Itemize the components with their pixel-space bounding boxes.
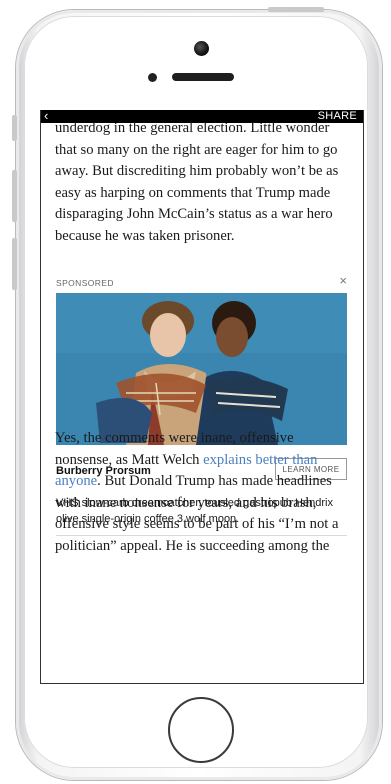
- ad-image[interactable]: [56, 293, 347, 445]
- sponsored-label: SPONSORED: [56, 278, 114, 288]
- article-paragraph-2: Yes, the comments were inane, offensive …: [41, 428, 363, 558]
- paragraph-text: . But Donald Trump has made headlines wi…: [55, 473, 339, 554]
- proximity-sensor: [148, 73, 157, 82]
- phone-screen: ‹ SHARE underdog in the general election…: [40, 110, 364, 684]
- article-paragraph: underdog in the general election. Little…: [55, 120, 339, 244]
- home-button[interactable]: [168, 697, 234, 763]
- earpiece-speaker: [172, 73, 234, 81]
- power-button: [268, 7, 324, 12]
- volume-up-button: [12, 170, 17, 222]
- front-camera: [194, 41, 209, 56]
- close-icon[interactable]: ×: [339, 273, 347, 288]
- volume-down-button: [12, 238, 17, 290]
- mute-switch: [12, 115, 17, 141]
